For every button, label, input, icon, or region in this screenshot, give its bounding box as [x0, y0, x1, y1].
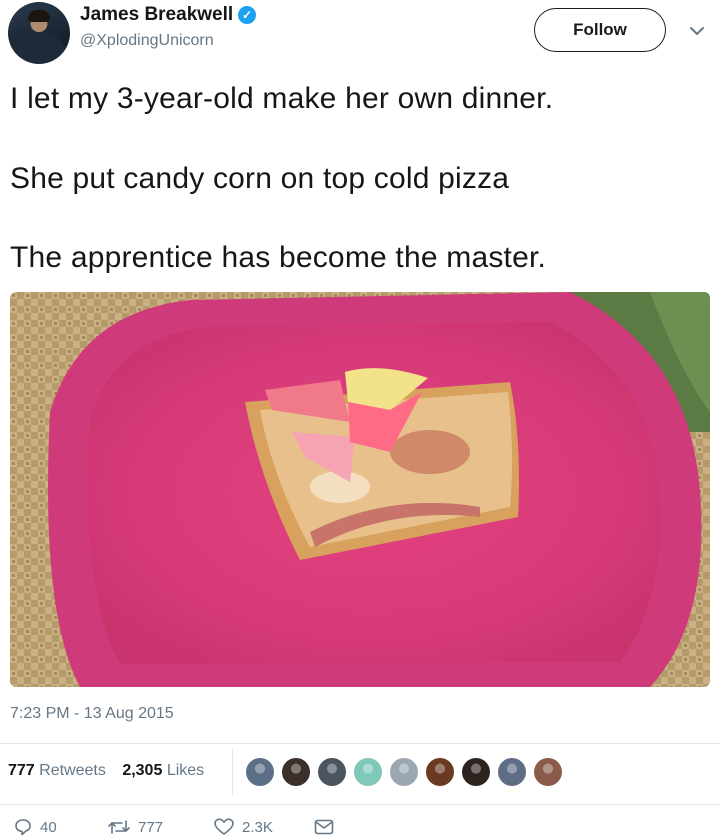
reply-count: 40: [40, 819, 57, 836]
chevron-down-icon[interactable]: [688, 22, 706, 40]
user-handle[interactable]: @XplodingUnicorn: [80, 32, 214, 50]
reply-button[interactable]: 40: [14, 818, 57, 840]
liker-avatar[interactable]: [496, 756, 528, 788]
likes-count[interactable]: 2,305: [122, 762, 162, 779]
tweet-actions: 40 777 2.3K: [0, 812, 720, 840]
direct-message-button[interactable]: [314, 818, 342, 840]
liker-avatar[interactable]: [244, 756, 276, 788]
tweet-text-line-1: I let my 3-year-old make her own dinner.: [10, 82, 554, 115]
stats-divider: [232, 748, 233, 796]
display-name-text: James Breakwell: [80, 4, 234, 25]
retweets-label[interactable]: Retweets: [39, 762, 106, 779]
liker-avatar[interactable]: [352, 756, 384, 788]
envelope-icon: [314, 819, 334, 835]
liker-avatar[interactable]: [460, 756, 492, 788]
follow-button[interactable]: Follow: [534, 8, 666, 52]
liker-avatar[interactable]: [316, 756, 348, 788]
liker-avatar[interactable]: [388, 756, 420, 788]
tweet-photo[interactable]: [10, 292, 710, 687]
liker-avatar[interactable]: [280, 756, 312, 788]
tweet-stats: 777 Retweets 2,305 Likes: [8, 762, 204, 780]
divider: [0, 804, 720, 805]
retweet-button[interactable]: 777: [108, 818, 163, 840]
photo-image: [10, 292, 710, 687]
retweet-icon: [108, 820, 130, 834]
retweets-count[interactable]: 777: [8, 762, 35, 779]
reply-icon: [15, 819, 31, 836]
liker-avatar[interactable]: [532, 756, 564, 788]
likes-label[interactable]: Likes: [167, 762, 204, 779]
divider: [0, 743, 720, 744]
liker-avatar[interactable]: [424, 756, 456, 788]
tweet-text-line-2: She put candy corn on top cold pizza: [10, 162, 510, 195]
display-name[interactable]: James Breakwell ✓: [80, 4, 257, 26]
tweet-header: James Breakwell ✓ @XplodingUnicorn Follow: [0, 0, 720, 66]
like-count: 2.3K: [242, 819, 273, 836]
tweet-text-line-3: The apprentice has become the master.: [10, 241, 547, 274]
user-avatar[interactable]: [8, 2, 70, 64]
heart-icon: [214, 818, 234, 835]
retweet-count: 777: [138, 819, 164, 836]
verified-icon: ✓: [238, 6, 257, 24]
tweet-timestamp[interactable]: 7:23 PM - 13 Aug 2015: [10, 705, 174, 723]
like-button[interactable]: 2.3K: [214, 818, 273, 840]
